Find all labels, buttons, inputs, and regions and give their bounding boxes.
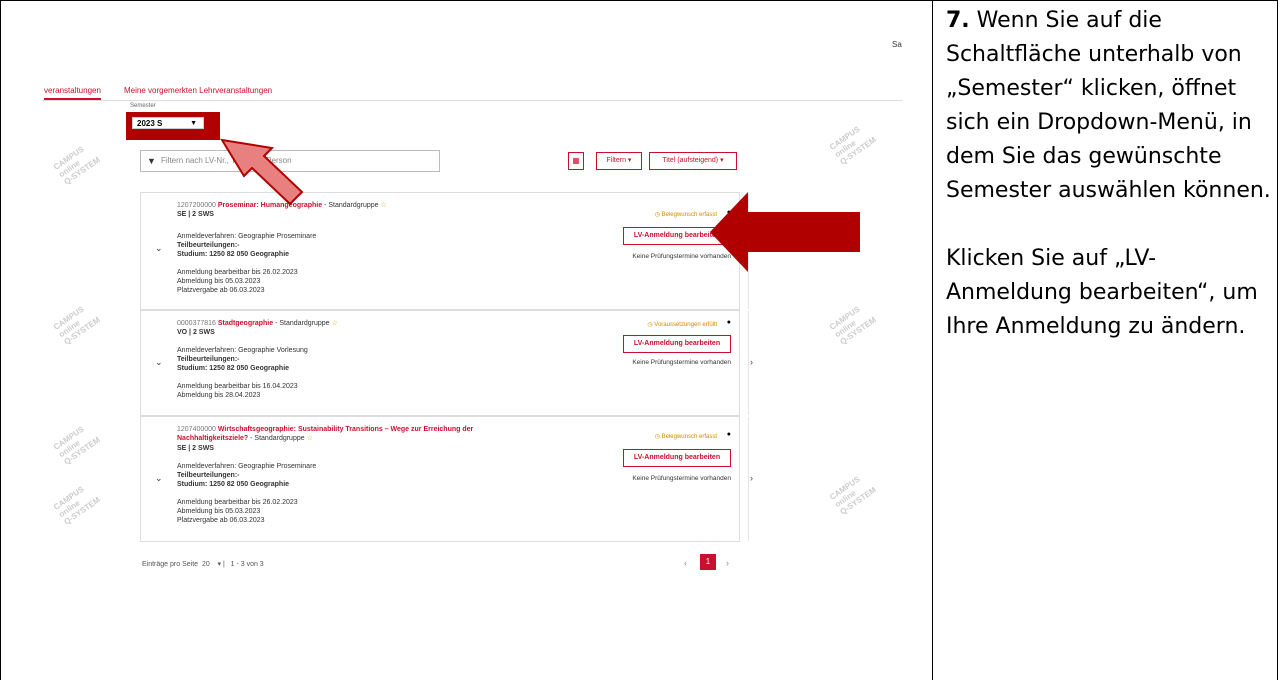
instruction-para1: 7. Wenn Sie auf die Schaltfläche unterha… (946, 4, 1276, 208)
screenshot-region: CAMPUS online Q-SYSTEM CAMPUS online Q-SYSTE… (42, 20, 910, 660)
annotation-arrows (220, 138, 860, 272)
annotation-arrow-semester (220, 138, 304, 206)
instruction-para2: Klicken Sie auf „LV-Anmeldung bearbeiten… (946, 246, 1258, 339)
step-number: 7. (946, 8, 970, 33)
column-divider (932, 0, 933, 680)
instruction-text: 7. Wenn Sie auf die Schaltfläche unterha… (946, 4, 1276, 344)
annotation-arrow-button (710, 192, 860, 272)
para1-text: Wenn Sie auf die Schaltfläche unterhalb … (946, 8, 1271, 203)
